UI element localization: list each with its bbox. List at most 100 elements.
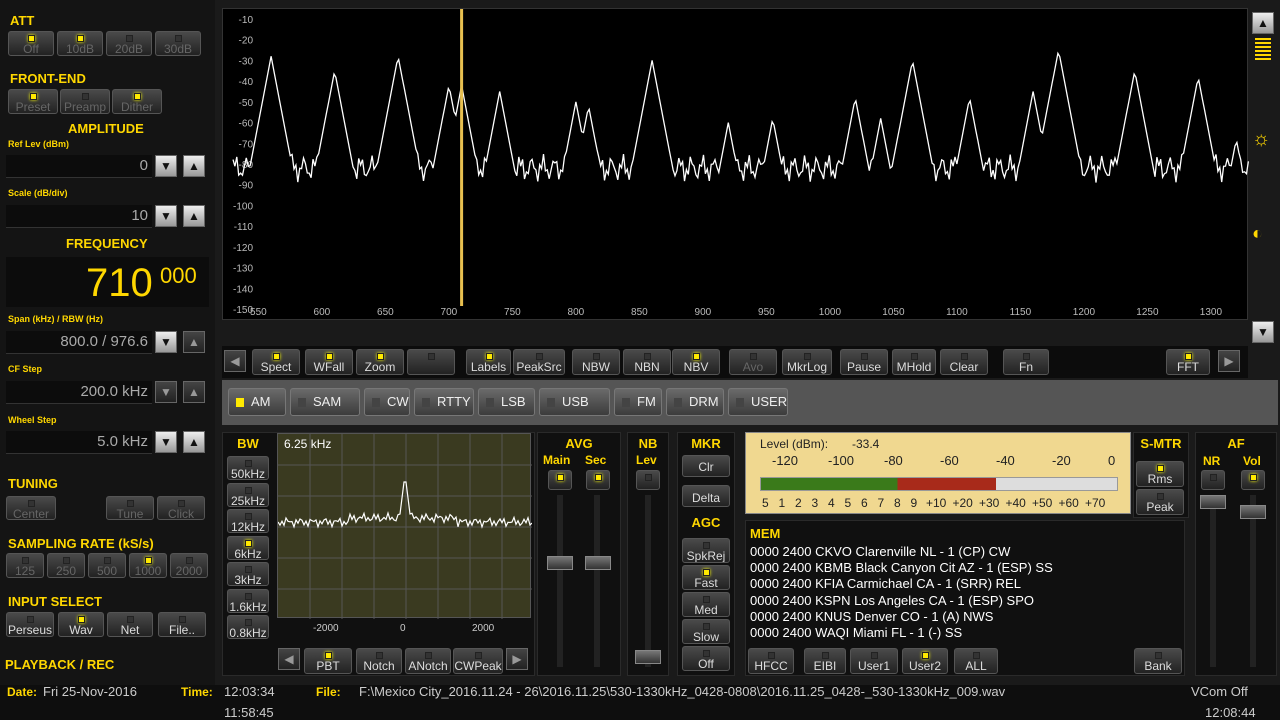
mem-hfcc-button[interactable]: HFCC	[748, 648, 794, 674]
tuning-tune-button[interactable]: Tune	[106, 496, 154, 520]
af-vol-slider-thumb[interactable]	[1240, 505, 1266, 519]
mode-rtty-button[interactable]: RTTY	[414, 388, 474, 416]
spectrum-display[interactable]: -10 -20 -30 -40 -50 -60 -70 -80 -90 -100 -110 -120-…	[222, 8, 1250, 321]
spec-labels-button[interactable]: Labels	[466, 349, 511, 375]
tuning-click-button[interactable]: Click	[157, 496, 205, 520]
nb-toggle[interactable]	[636, 470, 660, 490]
ref-down-arrow-icon[interactable]: ▼	[155, 155, 177, 177]
spec-avo-button[interactable]: Avo	[729, 349, 777, 375]
frontend-0-button[interactable]: Preset	[8, 89, 58, 114]
avg-main-toggle[interactable]	[548, 470, 572, 490]
agc-off-button[interactable]: Off	[682, 646, 730, 671]
frontend-1-button[interactable]: Preamp	[60, 89, 110, 114]
mode-fm-button[interactable]: FM	[614, 388, 662, 416]
filter-right-arrow-icon[interactable]: ▶	[506, 648, 528, 670]
input-1-button[interactable]: Wav	[58, 612, 104, 637]
mode-am-button[interactable]: AM	[228, 388, 286, 416]
frequency-display[interactable]: 710 000	[6, 257, 209, 307]
sampling-1-button[interactable]: 250	[47, 553, 85, 578]
sun-icon[interactable]: ☼	[1252, 128, 1270, 151]
mem-line[interactable]: 0000 2400 KNUS Denver CO - 1 (A) NWS	[750, 609, 993, 624]
avg-main-slider-thumb[interactable]	[547, 556, 573, 570]
af-nr-toggle[interactable]	[1201, 470, 1225, 490]
mode-drm-button[interactable]: DRM	[666, 388, 724, 416]
mem-bank-button[interactable]: Bank	[1134, 648, 1182, 674]
agc-slow-button[interactable]: Slow	[682, 619, 730, 644]
filter-left-arrow-icon[interactable]: ◀	[278, 648, 300, 670]
agc-fast-button[interactable]: Fast	[682, 565, 730, 590]
mem-line[interactable]: 0000 2400 KSPN Los Angeles CA - 1 (ESP) …	[750, 593, 1034, 608]
spec-wfall-button[interactable]: WFall	[305, 349, 353, 375]
mode-sam-button[interactable]: SAM	[290, 388, 360, 416]
spec-fn-button[interactable]: Fn	[1003, 349, 1049, 375]
contrast-icon[interactable]: ◐	[1252, 223, 1263, 244]
wheel-up-arrow-icon[interactable]: ▲	[183, 431, 205, 453]
scroll-down-arrow-icon[interactable]: ▼	[1252, 321, 1274, 343]
mem-line[interactable]: 0000 2400 CKVO Clarenville NL - 1 (CP) C…	[750, 544, 1010, 559]
agc-med-button[interactable]: Med	[682, 592, 730, 617]
wheel-down-arrow-icon[interactable]: ▼	[155, 431, 177, 453]
input-3-button[interactable]: File..	[158, 612, 206, 637]
mode-usb-button[interactable]: USB	[539, 388, 610, 416]
mem-line[interactable]: 0000 2400 KBMB Black Canyon Cit AZ - 1 (…	[750, 560, 1053, 575]
spec-pause-button[interactable]: Pause	[840, 349, 888, 375]
scale-value[interactable]: 10	[6, 205, 152, 228]
mkr-delta-button[interactable]: Delta	[682, 485, 730, 507]
smtr-rms-button[interactable]: Rms	[1136, 461, 1184, 487]
spec-clear-button[interactable]: Clear	[940, 349, 988, 375]
cf-up-arrow-icon[interactable]: ▲	[183, 381, 205, 403]
cf-step-value[interactable]: 200.0 kHz	[6, 381, 152, 404]
af-nr-slider-thumb[interactable]	[1200, 495, 1226, 509]
sampling-2-button[interactable]: 500	[88, 553, 126, 578]
avg-sec-toggle[interactable]	[586, 470, 610, 490]
scale-down-arrow-icon[interactable]: ▼	[155, 205, 177, 227]
spec-left-arrow-icon[interactable]: ◀	[224, 350, 246, 372]
bw-1-button[interactable]: 25kHz	[227, 482, 269, 507]
filter-anotch-button[interactable]: ANotch	[405, 648, 451, 674]
frontend-2-button[interactable]: Dither	[112, 89, 162, 114]
scroll-up-arrow-icon[interactable]: ▲	[1252, 12, 1274, 34]
smtr-peak-button[interactable]: Peak	[1136, 489, 1184, 515]
bw-2-button[interactable]: 12kHz	[227, 509, 269, 533]
avg-sec-slider-thumb[interactable]	[585, 556, 611, 570]
mode-user-button[interactable]: USER	[728, 388, 788, 416]
mem-line[interactable]: 0000 2400 WAQI Miami FL - 1 (-) SS	[750, 625, 962, 640]
spec-spect-button[interactable]: Spect	[252, 349, 300, 375]
filter-notch-button[interactable]: Notch	[356, 648, 402, 674]
sampling-0-button[interactable]: 125	[6, 553, 44, 578]
brightness-bars-icon[interactable]	[1255, 38, 1271, 62]
mode-lsb-button[interactable]: LSB	[478, 388, 535, 416]
spec-fft-button[interactable]: FFT	[1166, 349, 1210, 375]
span-up-arrow-icon[interactable]: ▲	[183, 331, 205, 353]
spec-blank-button[interactable]	[407, 349, 455, 375]
spec-nbn-button[interactable]: NBN	[623, 349, 671, 375]
mem-line[interactable]: 0000 2400 KFIA Carmichael CA - 1 (SRR) R…	[750, 576, 1021, 591]
spec-right-arrow-icon[interactable]: ▶	[1218, 350, 1240, 372]
spectrum-plot[interactable]: -10-20-30-40-50-60-70-80-90-100-110-120-…	[223, 9, 1250, 321]
spec-mhold-button[interactable]: MHold	[892, 349, 936, 375]
span-value[interactable]: 800.0 / 976.6	[6, 331, 152, 354]
filter-pbt-button[interactable]: PBT	[304, 648, 352, 674]
bw-3-button[interactable]: 6kHz	[227, 535, 269, 560]
nb-slider-thumb[interactable]	[635, 650, 661, 664]
af-vol-toggle[interactable]	[1241, 470, 1265, 490]
mem-user1-button[interactable]: User1	[850, 648, 898, 674]
ref-up-arrow-icon[interactable]: ▲	[183, 155, 205, 177]
input-0-button[interactable]: Perseus	[6, 612, 54, 637]
spec-peaksrc-button[interactable]: PeakSrc	[513, 349, 565, 375]
spec-nbw-button[interactable]: NBW	[572, 349, 620, 375]
bw-6-button[interactable]: 0.8kHz	[227, 615, 269, 639]
mem-user2-button[interactable]: User2	[902, 648, 948, 674]
sampling-3-button[interactable]: 1000	[129, 553, 167, 578]
bw-0-button[interactable]: 50kHz	[227, 456, 269, 480]
input-2-button[interactable]: Net	[107, 612, 153, 637]
spec-zoom-button[interactable]: Zoom	[356, 349, 404, 375]
bw-5-button[interactable]: 1.6kHz	[227, 588, 269, 613]
cf-down-arrow-icon[interactable]: ▼	[155, 381, 177, 403]
att-3-button[interactable]: 30dB	[155, 31, 201, 56]
att-0-button[interactable]: Off	[8, 31, 54, 56]
wheel-step-value[interactable]: 5.0 kHz	[6, 431, 152, 454]
ref-level-value[interactable]: 0	[6, 155, 152, 178]
sampling-4-button[interactable]: 2000	[170, 553, 208, 578]
bw-4-button[interactable]: 3kHz	[227, 562, 269, 586]
